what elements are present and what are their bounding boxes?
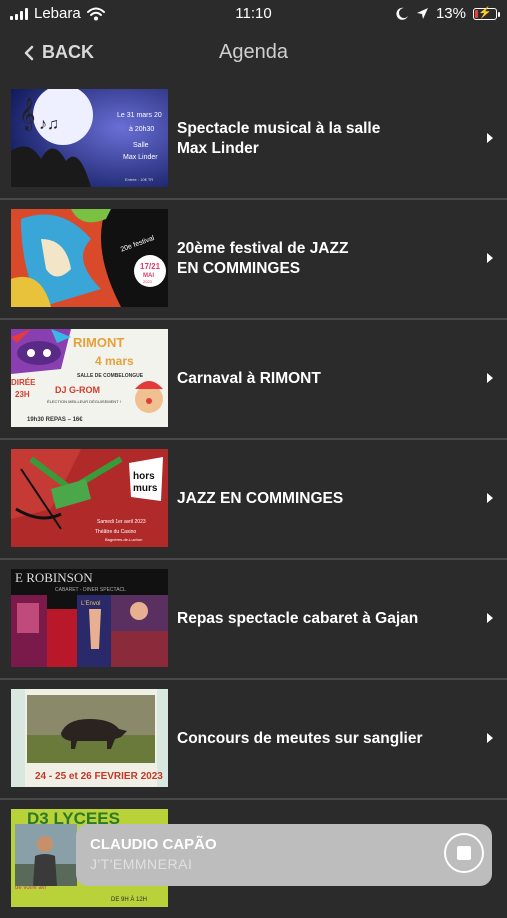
svg-text:2023: 2023: [143, 279, 153, 284]
battery-icon: ⚡: [473, 7, 500, 20]
event-thumbnail: RIMONT 4 mars SALLE DE COMBELONGUE DIRÉE…: [11, 329, 168, 427]
event-row-jazz-en-comminges[interactable]: hors murs Samedi 1er avril 2023 Théâtre …: [0, 440, 507, 560]
svg-text:♪♫: ♪♫: [39, 116, 59, 133]
now-playing-artwork[interactable]: [15, 824, 77, 886]
svg-text:Salle: Salle: [133, 142, 149, 149]
event-row-concours-meutes[interactable]: 24 - 25 et 26 FEVRIER 2023 Concours de m…: [0, 680, 507, 800]
event-row-spectacle-musical[interactable]: 𝄞 ♪♫ Le 31 mars 20 à 20h30 Salle Max Lin…: [0, 80, 507, 200]
now-playing-track: J'T'EMMNERAI: [90, 856, 193, 872]
chevron-right-icon: [487, 493, 493, 503]
stop-button[interactable]: [444, 833, 484, 873]
svg-text:E ROBINSON: E ROBINSON: [15, 570, 93, 585]
svg-text:17/21: 17/21: [140, 262, 161, 271]
chevron-right-icon: [487, 373, 493, 383]
svg-text:4 mars: 4 mars: [95, 354, 134, 368]
chevron-right-icon: [487, 613, 493, 623]
event-title: JAZZ EN COMMINGES: [177, 490, 344, 507]
mini-player[interactable]: CLAUDIO CAPÃO J'T'EMMNERAI: [76, 824, 492, 886]
event-row-cabaret-gajan[interactable]: E ROBINSON CABARET - DINER SPECTACL L'En…: [0, 560, 507, 680]
chevron-right-icon: [487, 253, 493, 263]
location-arrow-icon: [416, 8, 428, 19]
svg-text:RIMONT: RIMONT: [73, 335, 124, 350]
now-playing-artist: CLAUDIO CAPÃO: [90, 836, 217, 853]
svg-text:CABARET - DINER SPECTACL: CABARET - DINER SPECTACL: [55, 587, 126, 593]
svg-text:𝄞: 𝄞: [19, 98, 36, 131]
svg-text:Entrée : 10€ TR: Entrée : 10€ TR: [125, 177, 153, 182]
event-row-carnaval-rimont[interactable]: RIMONT 4 mars SALLE DE COMBELONGUE DIRÉE…: [0, 320, 507, 440]
battery-percent: 13%: [435, 5, 466, 22]
svg-text:L'Envol: L'Envol: [81, 601, 101, 607]
event-title: Repas spectacle cabaret à Gajan: [177, 610, 419, 627]
chevron-right-icon: [487, 133, 493, 143]
svg-text:à 20h30: à 20h30: [129, 126, 154, 133]
event-row-festival-jazz[interactable]: 20e festival 17/21 MAI 2023 20ème festiv…: [0, 200, 507, 320]
svg-text:Bagnères-de-Luchon: Bagnères-de-Luchon: [105, 537, 142, 542]
event-title: Carnaval à RIMONT: [177, 370, 321, 387]
svg-text:SALLE DE COMBELONGUE: SALLE DE COMBELONGUE: [77, 373, 144, 379]
event-title: Spectacle musical à la salle Max Linder: [177, 120, 381, 157]
svg-text:Max Linder: Max Linder: [123, 154, 158, 161]
event-title: 20ème festival de JAZZ EN COMMINGES: [177, 240, 349, 277]
svg-text:19h30 REPAS – 16€: 19h30 REPAS – 16€: [27, 417, 83, 423]
svg-text:DJ G-ROM: DJ G-ROM: [55, 385, 100, 395]
svg-text:Le 31 mars 20: Le 31 mars 20: [117, 112, 162, 119]
event-thumbnail: hors murs Samedi 1er avril 2023 Théâtre …: [11, 449, 168, 547]
svg-text:23H: 23H: [15, 390, 30, 399]
svg-text:24 - 25 et 26 FEVRIER 2023: 24 - 25 et 26 FEVRIER 2023: [35, 771, 163, 782]
event-list: 𝄞 ♪♫ Le 31 mars 20 à 20h30 Salle Max Lin…: [0, 80, 507, 918]
status-right: 13% ⚡: [396, 5, 500, 22]
status-bar: Lebara 11:10 13% ⚡: [0, 0, 507, 30]
event-thumbnail: 24 - 25 et 26 FEVRIER 2023: [11, 689, 168, 787]
stop-icon: [457, 846, 471, 860]
chevron-right-icon: [487, 733, 493, 743]
svg-text:hors: hors: [133, 471, 155, 482]
svg-text:Samedi 1er avril 2023: Samedi 1er avril 2023: [97, 519, 146, 525]
event-thumbnail: 𝄞 ♪♫ Le 31 mars 20 à 20h30 Salle Max Lin…: [11, 89, 168, 187]
event-thumbnail: 20e festival 17/21 MAI 2023: [11, 209, 168, 307]
event-thumbnail: E ROBINSON CABARET - DINER SPECTACL L'En…: [11, 569, 168, 667]
svg-text:DIRÉE: DIRÉE: [11, 378, 36, 387]
event-title: Concours de meutes sur sanglier: [177, 730, 423, 747]
moon-icon: [396, 7, 408, 20]
svg-text:murs: murs: [133, 483, 158, 494]
svg-text:Théâtre du Casino: Théâtre du Casino: [95, 529, 136, 535]
page-title: Agenda: [219, 41, 288, 63]
svg-text:ÉLECTION MEILLEUR DÉGUISEMENT: ÉLECTION MEILLEUR DÉGUISEMENT !: [47, 399, 121, 404]
nav-bar: BACK Agenda: [0, 30, 507, 76]
